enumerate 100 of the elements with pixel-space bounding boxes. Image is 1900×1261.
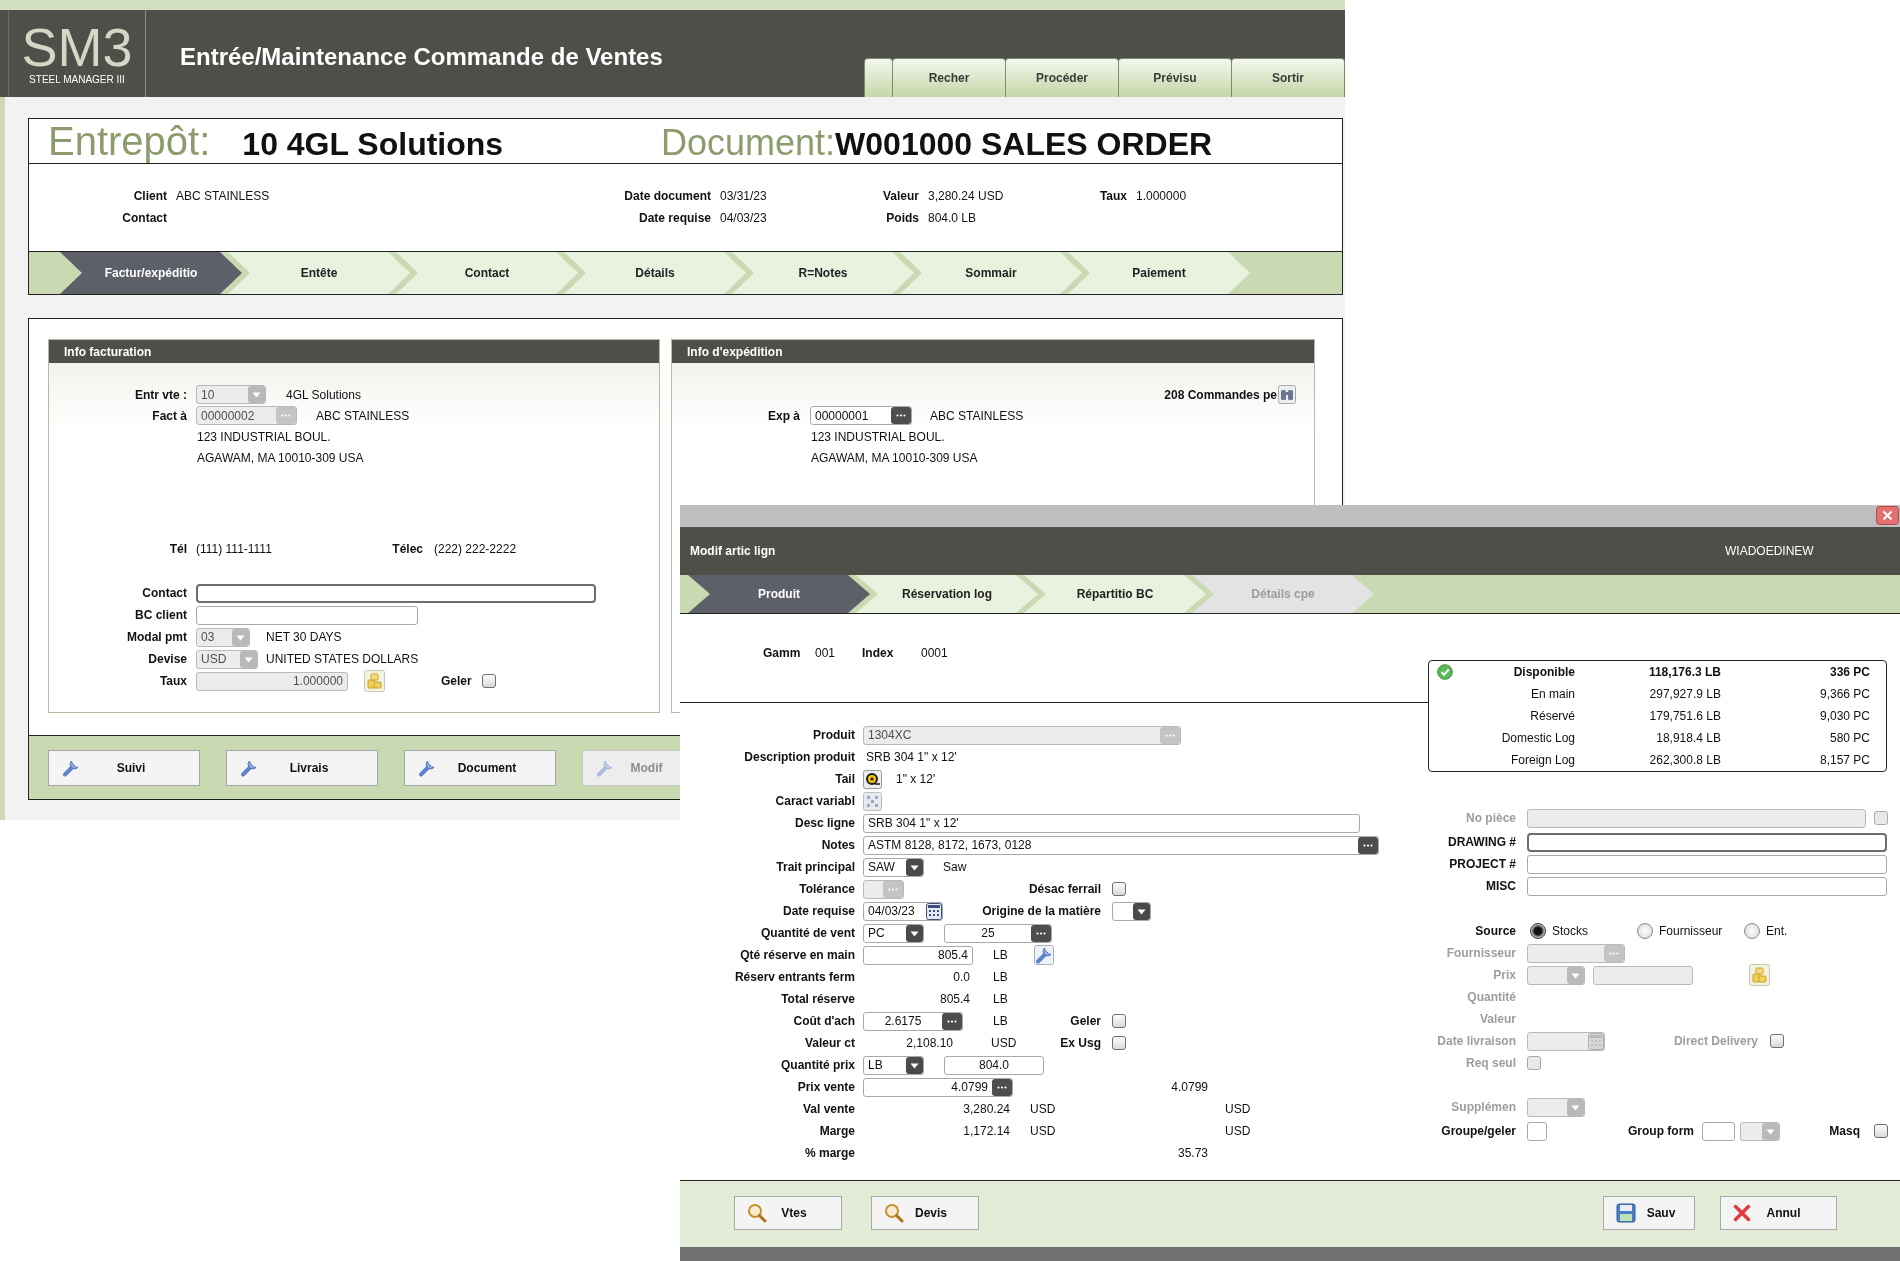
step-tab[interactable]: Détails — [564, 252, 746, 294]
input-field[interactable] — [1702, 1121, 1735, 1141]
field-value: 1.000000 — [1136, 189, 1187, 203]
step-tab[interactable]: Factur/expéditio — [60, 252, 242, 294]
field-value: SRB 304 1" x 12' — [866, 750, 957, 764]
caret-icon[interactable] — [906, 858, 923, 876]
field-label: Geler — [441, 674, 472, 688]
input-field[interactable]: 804.0 — [944, 1055, 1044, 1075]
caret-icon[interactable] — [1133, 902, 1150, 920]
stock-label: Foreign Log — [1510, 753, 1575, 767]
dialog-tab[interactable]: Répartitio BC — [1024, 575, 1206, 613]
stock-pieces: 580 PC — [1829, 731, 1870, 745]
checkbox[interactable] — [481, 674, 496, 688]
dropdown[interactable] — [1112, 901, 1151, 921]
action-button[interactable]: Document — [404, 749, 556, 786]
coins-icon — [1749, 964, 1770, 986]
caret-icon[interactable] — [906, 1056, 923, 1074]
step-tab[interactable]: Entête — [228, 252, 410, 294]
step-tab[interactable]: Paiement — [1068, 252, 1250, 294]
field-label: Origine de la matière — [982, 904, 1101, 918]
dropdown[interactable]: SAW — [863, 857, 924, 877]
caret-icon[interactable] — [906, 924, 923, 942]
lookup-field[interactable]: 25 — [944, 923, 1052, 943]
unit-label: LB — [993, 992, 1008, 1006]
field-label: Masq — [1829, 1124, 1860, 1138]
wrench-icon[interactable] — [1033, 945, 1054, 965]
checkbox[interactable] — [1112, 882, 1126, 896]
lookup-field[interactable]: 00000001 — [810, 406, 912, 425]
dialog-tab[interactable]: Produit — [688, 575, 870, 613]
action-button[interactable]: Livrais — [226, 749, 378, 786]
input-field[interactable]: SRB 304 1" x 12' — [863, 813, 1360, 833]
field-label: BC client — [135, 608, 187, 622]
lookup-button[interactable]: Devis — [871, 1196, 979, 1230]
field-label: Contact — [142, 586, 187, 600]
warehouse-label: Entrepôt: — [48, 120, 211, 162]
ellipsis-icon[interactable] — [1358, 836, 1378, 854]
stock-label: Disponible — [1513, 665, 1575, 679]
field-label: Qté réserve en main — [740, 948, 855, 962]
ellipsis-icon[interactable] — [992, 1078, 1012, 1096]
toolbar-tab[interactable]: Sortir — [1231, 58, 1345, 97]
ellipsis-icon[interactable] — [942, 1012, 962, 1030]
radio-button[interactable] — [1530, 923, 1546, 939]
toolbar-tab[interactable]: Procéder — [1005, 58, 1119, 97]
checkbox[interactable] — [1112, 1014, 1126, 1028]
input-field[interactable] — [1593, 965, 1693, 985]
close-icon[interactable] — [1876, 506, 1899, 525]
stock-weight: 262,300.8 LB — [1649, 753, 1721, 767]
input-field[interactable] — [1527, 832, 1887, 852]
calendar-icon[interactable] — [926, 902, 942, 920]
field-value: UNITED STATES DOLLARS — [266, 652, 419, 666]
field-value: 4.0799 — [1171, 1080, 1208, 1094]
lookup-field[interactable]: ASTM 8128, 8172, 1673, 0128 — [863, 835, 1379, 855]
ellipsis-icon[interactable] — [891, 407, 911, 424]
ellipsis-icon[interactable] — [1031, 924, 1051, 942]
dialog-tab[interactable]: Réservation log — [856, 575, 1038, 613]
field-label: Quantité de vent — [761, 926, 855, 940]
toolbar-tab[interactable]: Recher — [892, 58, 1006, 97]
field-label: Prix vente — [797, 1080, 855, 1094]
input-field[interactable] — [1527, 854, 1887, 874]
action-button[interactable]: Suivi — [48, 749, 200, 786]
logo-subtitle: STEEL MANAGER III — [29, 74, 125, 85]
input-field[interactable] — [196, 583, 596, 603]
unit-label: LB — [993, 1014, 1008, 1028]
checkbox[interactable] — [1112, 1036, 1126, 1050]
input-field[interactable]: 805.4 — [863, 945, 973, 965]
step-tab[interactable]: Contact — [396, 252, 578, 294]
dropdown[interactable]: PC — [863, 923, 924, 943]
address-line: 123 INDUSTRIAL BOUL. — [197, 429, 331, 444]
toolbar-tab[interactable]: Prévisu — [1118, 58, 1232, 97]
radio-button[interactable] — [1637, 923, 1653, 939]
input-field[interactable] — [196, 605, 418, 625]
step-tab[interactable]: Sommair — [900, 252, 1082, 294]
step-tab[interactable]: R=Notes — [732, 252, 914, 294]
date-field[interactable]: 04/03/23 — [863, 901, 943, 921]
lookup-field[interactable]: 4.0799 — [863, 1077, 1013, 1097]
lookup-field[interactable]: 2.6175 — [863, 1011, 963, 1031]
field-label: Télec — [392, 542, 423, 556]
dropdown[interactable]: LB — [863, 1055, 924, 1075]
checkbox[interactable] — [1874, 1124, 1888, 1138]
field-label: Groupe/geler — [1441, 1124, 1516, 1138]
input-field[interactable] — [1527, 808, 1866, 828]
lookup-button[interactable]: Vtes — [734, 1196, 842, 1230]
binoculars-icon[interactable] — [1278, 385, 1296, 404]
field-label: Geler — [1070, 1014, 1101, 1028]
radio-button[interactable] — [1744, 923, 1760, 939]
stock-pieces: 8,157 PC — [1819, 753, 1870, 767]
stock-label: Domestic Log — [1501, 731, 1575, 745]
stock-label: Réservé — [1530, 709, 1575, 723]
input-field[interactable] — [1527, 1121, 1547, 1141]
field-label: Poids — [886, 211, 919, 225]
save-button[interactable]: Sauv — [1603, 1196, 1695, 1230]
field-value: (111) 111-1111 — [196, 542, 272, 556]
date-field[interactable] — [1527, 1031, 1605, 1051]
field-label: Client — [133, 189, 167, 203]
lookup-field[interactable] — [1527, 943, 1625, 963]
cancel-button[interactable]: Annul — [1720, 1196, 1837, 1230]
field-label: Devise — [148, 652, 187, 666]
input-field[interactable] — [1527, 876, 1887, 896]
field-label: Tolérance — [799, 882, 855, 896]
field-value: 2,108.10 — [906, 1036, 953, 1050]
